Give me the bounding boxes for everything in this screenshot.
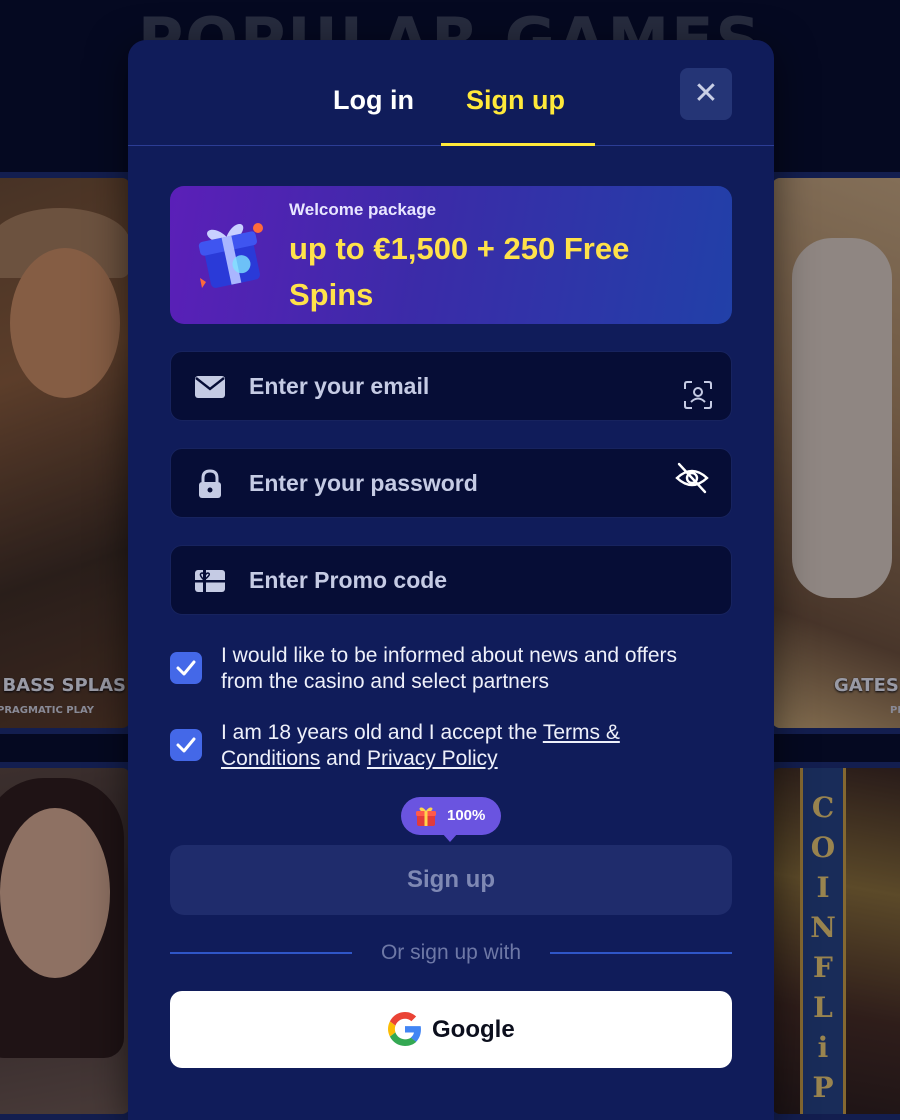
terms-consent-checkbox[interactable] — [170, 729, 202, 761]
banner-subtitle: Welcome package — [289, 200, 437, 219]
password-field[interactable]: Enter your password — [170, 448, 732, 518]
google-icon — [388, 1012, 421, 1046]
news-consent-label: I would like to be informed about news a… — [221, 644, 678, 693]
auth-tabs: Log in Sign up — [128, 40, 774, 146]
checkmark-icon — [176, 737, 196, 753]
checkmark-icon — [176, 660, 196, 676]
google-button-label: Google — [432, 1016, 515, 1043]
signup-modal: Log in Sign up ✕ Welcome package up to €… — [128, 40, 774, 1120]
bonus-badge-pointer — [442, 833, 458, 842]
close-icon: ✕ — [693, 76, 719, 111]
bonus-badge: 100% — [401, 797, 501, 835]
privacy-policy-link[interactable]: Privacy Policy — [367, 747, 498, 770]
active-tab-indicator — [441, 143, 595, 146]
password-input[interactable]: Enter your password — [249, 449, 478, 519]
close-button[interactable]: ✕ — [680, 68, 732, 120]
lock-icon — [199, 469, 221, 498]
social-divider-text: Or sign up with — [380, 941, 522, 964]
gift-box-icon — [198, 223, 263, 288]
banner-offer: up to €1,500 + 250 Free Spins — [289, 231, 630, 312]
terms-prefix-text: I am 18 years old and I accept the — [221, 721, 543, 744]
divider-line-left — [170, 952, 352, 954]
email-input[interactable]: Enter your email — [249, 352, 429, 422]
tab-sign-up[interactable]: Sign up — [466, 80, 565, 120]
news-consent-checkbox[interactable] — [170, 652, 202, 684]
promo-code-input[interactable]: Enter Promo code — [249, 546, 447, 616]
sign-up-button[interactable]: Sign up — [170, 845, 732, 915]
face-scan-icon[interactable] — [683, 380, 713, 410]
tab-log-in[interactable]: Log in — [333, 80, 414, 120]
bonus-percent: 100% — [447, 807, 486, 824]
gift-icon — [416, 807, 436, 826]
welcome-banner: Welcome package up to €1,500 + 250 Free … — [170, 186, 732, 324]
envelope-icon — [195, 376, 225, 398]
terms-consent-label: I am 18 years old and I accept the Terms… — [221, 720, 721, 772]
terms-middle-text: and — [320, 747, 367, 770]
gift-card-icon — [195, 570, 225, 592]
divider-line-right — [550, 952, 732, 954]
email-field[interactable]: Enter your email — [170, 351, 732, 421]
promo-code-field[interactable]: Enter Promo code — [170, 545, 732, 615]
google-sign-up-button[interactable]: Google — [170, 991, 732, 1068]
eye-off-icon[interactable] — [674, 461, 710, 495]
